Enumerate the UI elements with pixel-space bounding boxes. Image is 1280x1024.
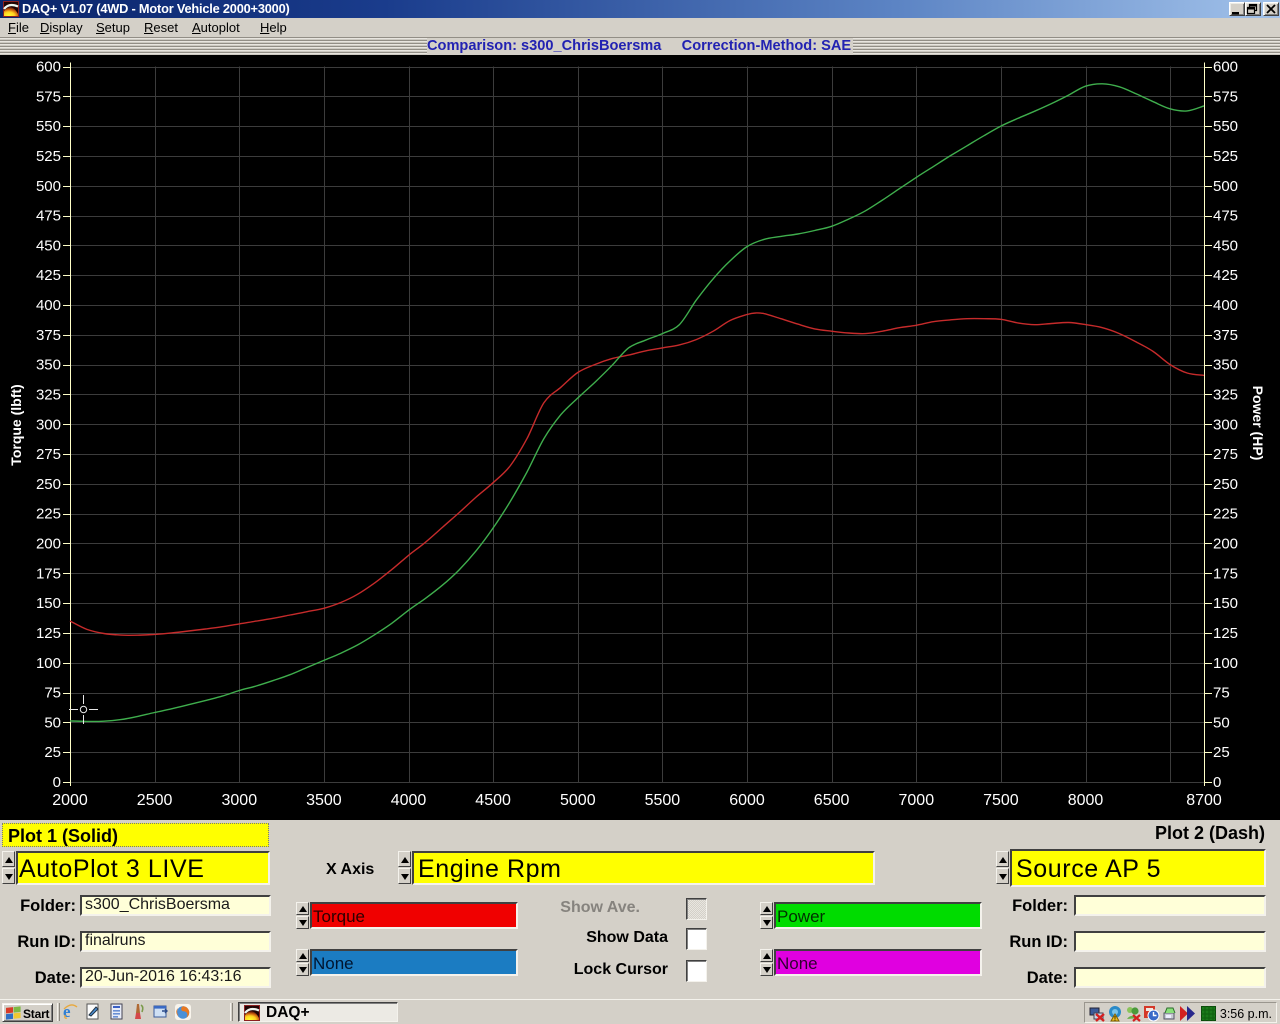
svg-text:0: 0 (53, 774, 61, 791)
svg-text:500: 500 (36, 178, 61, 195)
svg-text:175: 175 (1213, 565, 1238, 582)
svg-text:400: 400 (1213, 297, 1238, 314)
svg-text:450: 450 (1213, 237, 1238, 254)
svg-text:300: 300 (1213, 416, 1238, 433)
svg-text:100: 100 (36, 655, 61, 672)
svg-text:375: 375 (36, 327, 61, 344)
svg-text:!: ! (1114, 1017, 1116, 1023)
svg-text:200: 200 (1213, 536, 1238, 553)
svg-text:6500: 6500 (814, 792, 850, 809)
svg-text:150: 150 (1213, 595, 1238, 612)
svg-text:3000: 3000 (222, 792, 258, 809)
svg-text:225: 225 (36, 506, 61, 523)
svg-text:500: 500 (1213, 178, 1238, 195)
svg-text:7500: 7500 (983, 792, 1019, 809)
svg-text:275: 275 (1213, 446, 1238, 463)
svg-text:7000: 7000 (899, 792, 935, 809)
svg-text:0: 0 (1213, 774, 1221, 791)
svg-text:150: 150 (36, 595, 61, 612)
svg-text:3500: 3500 (306, 792, 342, 809)
svg-text:475: 475 (1213, 208, 1238, 225)
svg-text:75: 75 (44, 685, 61, 702)
svg-text:50: 50 (44, 714, 61, 731)
svg-text:225: 225 (1213, 506, 1238, 523)
svg-text:325: 325 (1213, 386, 1238, 403)
svg-text:300: 300 (36, 416, 61, 433)
svg-text:550: 550 (36, 118, 61, 135)
svg-text:550: 550 (1213, 118, 1238, 135)
svg-text:350: 350 (1213, 357, 1238, 374)
svg-text:600: 600 (36, 59, 61, 76)
svg-text:8000: 8000 (1068, 792, 1104, 809)
svg-text:350: 350 (36, 357, 61, 374)
svg-text:525: 525 (1213, 148, 1238, 165)
svg-text:4000: 4000 (391, 792, 427, 809)
svg-text:200: 200 (36, 536, 61, 553)
svg-text:450: 450 (36, 237, 61, 254)
svg-text:5500: 5500 (645, 792, 681, 809)
svg-text:50: 50 (1213, 714, 1230, 731)
svg-text:75: 75 (1213, 685, 1230, 702)
svg-text:400: 400 (36, 297, 61, 314)
svg-text:6000: 6000 (729, 792, 765, 809)
svg-text:525: 525 (36, 148, 61, 165)
svg-text:425: 425 (1213, 267, 1238, 284)
svg-text:25: 25 (1213, 744, 1230, 761)
svg-text:175: 175 (36, 565, 61, 582)
svg-text:8700: 8700 (1186, 792, 1222, 809)
svg-text:425: 425 (36, 267, 61, 284)
svg-text:475: 475 (36, 208, 61, 225)
svg-text:125: 125 (36, 625, 61, 642)
svg-text:2500: 2500 (137, 792, 173, 809)
svg-text:250: 250 (36, 476, 61, 493)
svg-text:4500: 4500 (475, 792, 511, 809)
svg-text:375: 375 (1213, 327, 1238, 344)
svg-text:250: 250 (1213, 476, 1238, 493)
svg-text:575: 575 (1213, 88, 1238, 105)
svg-text:2000: 2000 (52, 792, 88, 809)
svg-text:Torque (lbft): Torque (lbft) (8, 384, 24, 465)
svg-text:125: 125 (1213, 625, 1238, 642)
svg-text:25: 25 (44, 744, 61, 761)
svg-text:575: 575 (36, 88, 61, 105)
svg-text:Power (HP): Power (HP) (1250, 386, 1266, 461)
svg-text:325: 325 (36, 386, 61, 403)
svg-text:275: 275 (36, 446, 61, 463)
svg-text:5000: 5000 (560, 792, 596, 809)
svg-text:600: 600 (1213, 59, 1238, 76)
svg-text:100: 100 (1213, 655, 1238, 672)
